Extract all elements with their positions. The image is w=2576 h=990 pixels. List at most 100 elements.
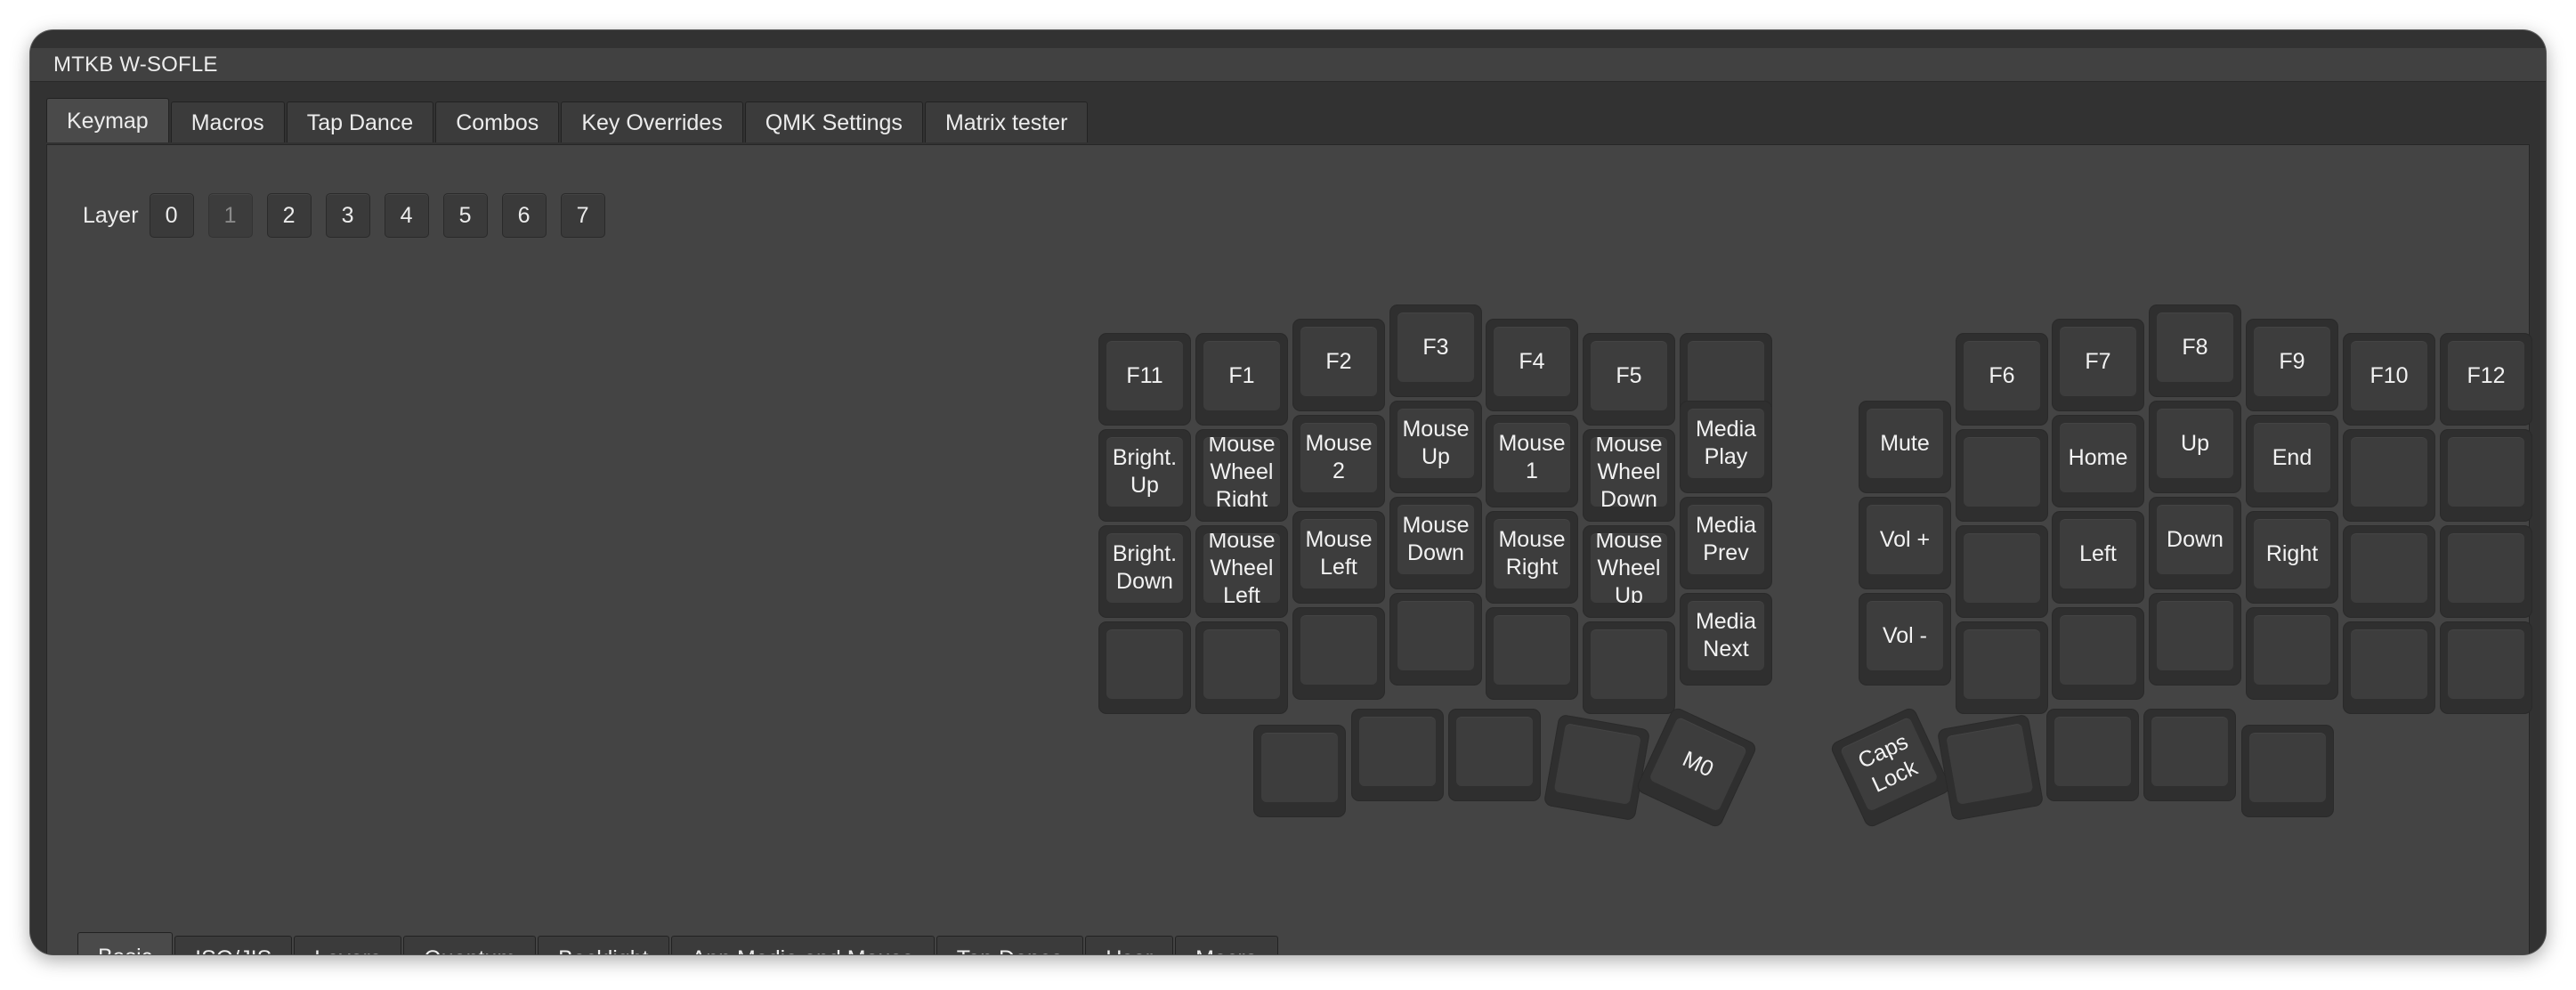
key-blank[interactable] bbox=[1486, 608, 1577, 699]
key-vol[interactable]: Vol + bbox=[1859, 498, 1950, 588]
key-blank[interactable] bbox=[1937, 714, 2044, 821]
key-blank[interactable] bbox=[1196, 622, 1287, 713]
tab-basic[interactable]: Basic bbox=[77, 932, 174, 954]
tab-keymap[interactable]: Keymap bbox=[46, 98, 169, 142]
key-f7[interactable]: F7 bbox=[2053, 320, 2143, 410]
key-blank[interactable] bbox=[1956, 526, 2047, 617]
key-f4[interactable]: F4 bbox=[1486, 320, 1577, 410]
tab-macros[interactable]: Macros bbox=[170, 101, 285, 142]
tab-tap-dance-keycodes[interactable]: Tap Dance bbox=[936, 936, 1084, 954]
key-mouse-left[interactable]: Mouse Left bbox=[1293, 512, 1384, 603]
key-label: Mouse Right bbox=[1498, 527, 1566, 580]
key-mouse-up[interactable]: Mouse Up bbox=[1390, 402, 1481, 492]
key-blank[interactable] bbox=[2053, 608, 2143, 699]
key-mouse-down[interactable]: Mouse Down bbox=[1390, 498, 1481, 588]
key-up[interactable]: Up bbox=[2150, 402, 2240, 492]
key-blank[interactable] bbox=[1254, 726, 1345, 816]
keycap bbox=[1688, 341, 1764, 410]
key-blank[interactable] bbox=[2247, 608, 2337, 699]
key-blank[interactable] bbox=[1956, 430, 2047, 521]
tab-tap-dance[interactable]: Tap Dance bbox=[286, 101, 434, 142]
tab-key-overrides[interactable]: Key Overrides bbox=[561, 101, 743, 142]
key-blank[interactable] bbox=[2144, 710, 2235, 800]
key-blank[interactable] bbox=[1293, 608, 1384, 699]
keycap: Bright. Down bbox=[1106, 533, 1183, 603]
key-f5[interactable]: F5 bbox=[1584, 334, 1674, 425]
key-blank[interactable] bbox=[2047, 710, 2138, 800]
key-blank[interactable] bbox=[2150, 594, 2240, 685]
key-label: Mouse Wheel Right bbox=[1208, 437, 1276, 507]
key-bright-up[interactable]: Bright. Up bbox=[1099, 430, 1190, 521]
keycap bbox=[1106, 629, 1183, 699]
tab-backlight[interactable]: Backlight bbox=[538, 936, 669, 954]
key-down[interactable]: Down bbox=[2150, 498, 2240, 588]
keycap: Media Next bbox=[1688, 601, 1764, 670]
key-label: Caps Lock bbox=[1854, 728, 1922, 798]
tab-combos[interactable]: Combos bbox=[435, 101, 560, 142]
key-mouse-2[interactable]: Mouse 2 bbox=[1293, 416, 1384, 507]
key-mouse-wheel-down[interactable]: Mouse Wheel Down bbox=[1584, 430, 1674, 521]
key-blank[interactable] bbox=[1956, 622, 2047, 713]
key-blank[interactable] bbox=[2441, 526, 2531, 617]
key-bright-down[interactable]: Bright. Down bbox=[1099, 526, 1190, 617]
key-f8[interactable]: F8 bbox=[2150, 305, 2240, 396]
key-f10[interactable]: F10 bbox=[2344, 334, 2434, 425]
tab-quantum[interactable]: Quantum bbox=[403, 936, 537, 954]
window-title: MTKB W-SOFLE bbox=[53, 53, 218, 77]
key-blank[interactable] bbox=[1449, 710, 1540, 800]
key-media-play[interactable]: Media Play bbox=[1681, 402, 1771, 492]
key-blank[interactable] bbox=[1390, 594, 1481, 685]
key-label: Mouse 2 bbox=[1305, 431, 1373, 483]
key-label: Up bbox=[2181, 430, 2209, 456]
key-m0[interactable]: M0 bbox=[1636, 707, 1757, 828]
key-blank[interactable] bbox=[1584, 622, 1674, 713]
tab-layers[interactable]: Layers bbox=[294, 936, 402, 954]
key-blank[interactable] bbox=[2344, 526, 2434, 617]
tab-macro[interactable]: Macro bbox=[1175, 936, 1278, 954]
key-mouse-wheel-left[interactable]: Mouse Wheel Left bbox=[1196, 526, 1287, 617]
keycap bbox=[1203, 629, 1280, 699]
key-media-next[interactable]: Media Next bbox=[1681, 594, 1771, 685]
key-blank[interactable] bbox=[2344, 430, 2434, 521]
key-left[interactable]: Left bbox=[2053, 512, 2143, 603]
key-f2[interactable]: F2 bbox=[1293, 320, 1384, 410]
key-blank[interactable] bbox=[2344, 622, 2434, 713]
key-end[interactable]: End bbox=[2247, 416, 2337, 507]
tab-app-media-mouse[interactable]: App,Media and Mouse bbox=[670, 936, 935, 954]
key-blank[interactable] bbox=[1543, 714, 1650, 821]
key-mouse-wheel-right[interactable]: Mouse Wheel Right bbox=[1196, 430, 1287, 521]
key-home[interactable]: Home bbox=[2053, 416, 2143, 507]
key-f6[interactable]: F6 bbox=[1956, 334, 2047, 425]
keycode-category-tabs: Basic ISO/JIS Layers Quantum Backlight A… bbox=[77, 932, 1280, 954]
key-f11[interactable]: F11 bbox=[1099, 334, 1190, 425]
key-label: Down bbox=[2167, 526, 2224, 552]
tab-user[interactable]: User bbox=[1085, 936, 1174, 954]
keycap: Media Prev bbox=[1688, 505, 1764, 574]
key-caps-lock[interactable]: Caps Lock bbox=[1830, 707, 1951, 828]
key-blank[interactable] bbox=[1099, 622, 1190, 713]
key-f12[interactable]: F12 bbox=[2441, 334, 2531, 425]
key-right[interactable]: Right bbox=[2247, 512, 2337, 603]
window-titlebar: MTKB W-SOFLE bbox=[30, 48, 2546, 82]
key-blank[interactable] bbox=[2242, 726, 2333, 816]
key-f3[interactable]: F3 bbox=[1390, 305, 1481, 396]
key-mute[interactable]: Mute bbox=[1859, 402, 1950, 492]
key-vol[interactable]: Vol - bbox=[1859, 594, 1950, 685]
key-label: End bbox=[2272, 444, 2313, 470]
key-blank[interactable] bbox=[2441, 622, 2531, 713]
tab-iso-jis[interactable]: ISO/JIS bbox=[174, 936, 293, 954]
tab-matrix-tester[interactable]: Matrix tester bbox=[924, 101, 1089, 142]
key-blank[interactable] bbox=[2441, 430, 2531, 521]
keycap: Mute bbox=[1867, 409, 1943, 478]
key-media-prev[interactable]: Media Prev bbox=[1681, 498, 1771, 588]
key-mouse-right[interactable]: Mouse Right bbox=[1486, 512, 1577, 603]
key-mouse-wheel-up[interactable]: Mouse Wheel Up bbox=[1584, 526, 1674, 617]
tab-qmk-settings[interactable]: QMK Settings bbox=[744, 101, 923, 142]
key-blank[interactable] bbox=[1352, 710, 1443, 800]
key-mouse-1[interactable]: Mouse 1 bbox=[1486, 416, 1577, 507]
key-label: Right bbox=[2265, 540, 2319, 566]
key-f9[interactable]: F9 bbox=[2247, 320, 2337, 410]
key-f1[interactable]: F1 bbox=[1196, 334, 1287, 425]
keycap bbox=[1397, 601, 1474, 670]
key-label: Mute bbox=[1880, 430, 1930, 456]
